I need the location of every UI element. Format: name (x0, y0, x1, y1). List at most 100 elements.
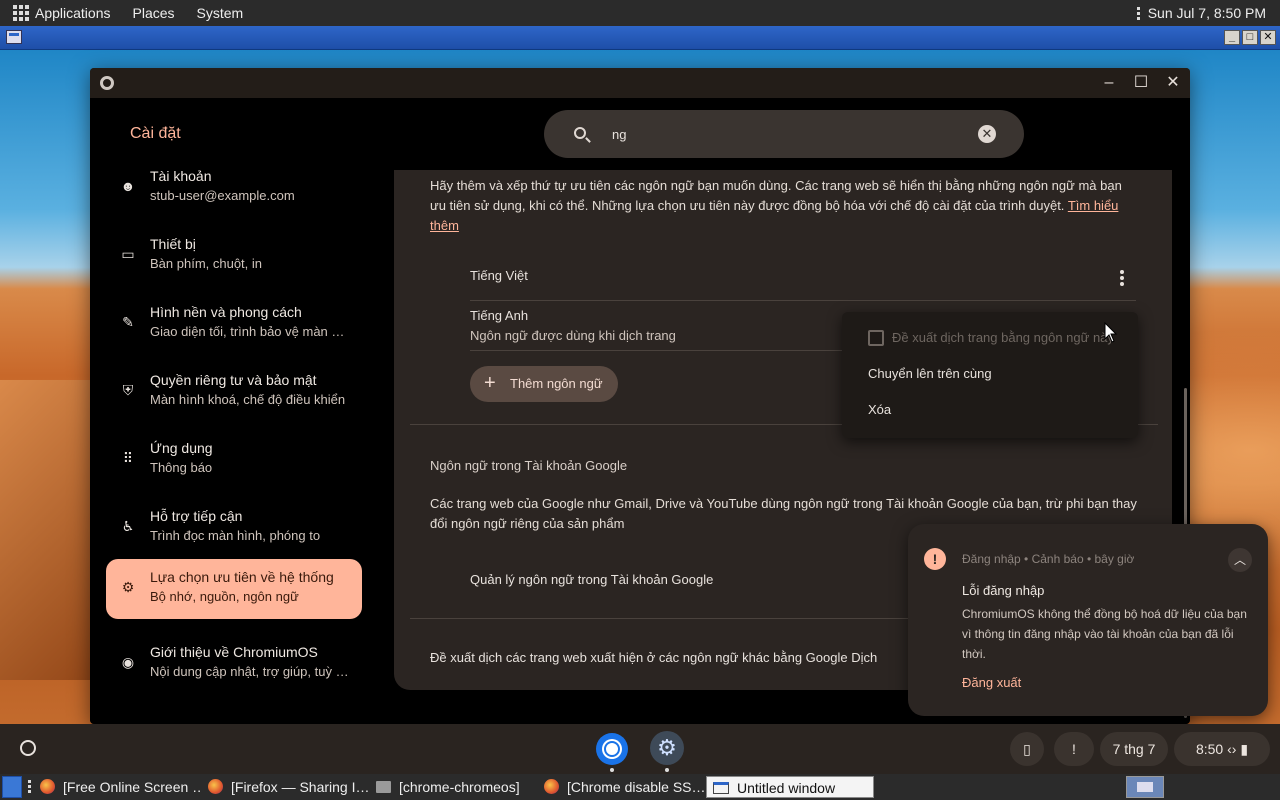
window-icon (713, 782, 729, 794)
clear-search-icon[interactable]: ✕ (978, 125, 996, 143)
chromium-app-icon[interactable] (596, 733, 628, 765)
sidebar-item-privacy[interactable]: ⛨ Quyền riêng tư và bảo mật Màn hình kho… (106, 362, 362, 422)
gear-icon: ⚙ (121, 579, 135, 595)
launcher-icon[interactable] (20, 740, 36, 756)
maximize-button[interactable]: □ (1242, 30, 1258, 45)
laptop-icon: ▭ (121, 246, 135, 262)
add-language-label: Thêm ngôn ngữ (510, 376, 603, 391)
settings-app-shelf-icon[interactable] (650, 731, 684, 765)
panel-handle-icon (28, 780, 31, 793)
language-more-actions-icon[interactable] (1120, 270, 1124, 286)
signin-error-notification: ! Đăng nhập • Cảnh báo • bây giờ ︿ Lỗi đ… (908, 524, 1268, 716)
folder-icon (376, 781, 391, 793)
taskbar-item[interactable]: [Chrome disable SS… (544, 776, 704, 798)
sidebar-item-personalization[interactable]: ✎ Hình nền và phong cách Giao diện tối, … (106, 294, 362, 354)
workspace-switcher[interactable] (1126, 776, 1164, 798)
x-window-titlebar[interactable]: _ □ ✕ (0, 26, 1280, 50)
add-language-button[interactable]: + Thêm ngôn ngữ (470, 366, 618, 402)
search-icon (574, 127, 586, 139)
sidebar-item-system-preferences[interactable]: ⚙ Lựa chọn ưu tiên về hệ thống Bộ nhớ, n… (106, 559, 362, 619)
sidebar-item-device[interactable]: ▭ Thiết bị Bàn phím, chuột, in (106, 226, 362, 286)
collapse-icon[interactable]: ︿ (1228, 548, 1252, 572)
network-icon: ‹› (1227, 741, 1237, 757)
sidebar-item-sublabel: Nội dung cập nhật, trợ giúp, tuỳ … (150, 664, 349, 679)
system-menu[interactable]: System (197, 5, 244, 21)
taskbar-label: [Firefox — Sharing I… (231, 779, 368, 795)
remove-item[interactable]: Xóa (868, 402, 891, 417)
plus-icon: + (484, 372, 496, 394)
notification-body: ChromiumOS không thể đồng bộ hoá dữ liệu… (962, 607, 1247, 661)
taskbar-item[interactable]: [Firefox — Sharing I… (208, 776, 368, 798)
gnome-bottom-panel: [Free Online Screen … [Firefox — Sharing… (0, 774, 1280, 800)
places-menu[interactable]: Places (133, 5, 175, 21)
page-title: Cài đặt (130, 125, 181, 142)
offer-translate-row[interactable]: Đề xuất dịch các trang web xuất hiện ở c… (430, 650, 877, 665)
taskbar-item[interactable]: [chrome-chromeos] (376, 776, 536, 798)
sign-out-button[interactable]: Đăng xuất (962, 675, 1021, 690)
sidebar-item-label: Giới thiệu về ChromiumOS (150, 644, 318, 660)
settings-window-frame[interactable]: – ☐ ✕ (90, 68, 1190, 98)
intro-text: Hãy thêm và xếp thứ tự ưu tiên các ngôn … (430, 178, 1122, 213)
firefox-icon (544, 779, 559, 794)
phone-hub-icon[interactable]: ▯ (1010, 732, 1044, 766)
firefox-icon (40, 779, 55, 794)
close-button[interactable]: ✕ (1162, 72, 1184, 94)
sidebar-item-sublabel: stub-user@example.com (150, 188, 295, 203)
panel-kebab-icon[interactable] (1136, 6, 1140, 20)
move-to-top-item[interactable]: Chuyển lên trên cùng (868, 366, 992, 381)
mouse-cursor-icon (1104, 322, 1118, 343)
running-indicator (610, 768, 614, 772)
divider (470, 300, 1136, 301)
languages-intro: Hãy thêm và xếp thứ tự ưu tiên các ngôn … (430, 176, 1130, 236)
gnome-top-panel: Applications Places System Sun Jul 7, 8:… (0, 0, 1280, 26)
accessibility-icon: ♿ (121, 518, 135, 534)
sidebar-item-apps[interactable]: ⠿ Ứng dụng Thông báo (106, 430, 362, 490)
minimize-button[interactable]: _ (1224, 30, 1240, 45)
date-tray[interactable]: 7 thg 7 (1100, 732, 1168, 766)
sidebar-item-label: Hỗ trợ tiếp cận (150, 508, 243, 524)
status-tray[interactable]: 8:50 ‹› ▮ (1174, 732, 1270, 766)
warning-icon: ! (924, 548, 946, 570)
sidebar-item-sublabel: Bàn phím, chuột, in (150, 256, 263, 271)
taskbar-label: Untitled window (737, 780, 836, 796)
notification-tray-icon[interactable]: ! (1054, 732, 1094, 766)
show-desktop-icon[interactable] (2, 776, 22, 798)
sidebar-item-about[interactable]: ◉ Giới thiệu về ChromiumOS Nội dung cập … (106, 634, 362, 694)
notification-meta: Đăng nhập • Cảnh báo • bây giờ (962, 552, 1135, 566)
running-indicator (665, 768, 669, 772)
chromium-icon: ◉ (121, 654, 135, 670)
offer-translate-checkbox[interactable] (868, 330, 884, 346)
settings-app-icon (100, 76, 114, 90)
sidebar-item-account[interactable]: ☻ Tài khoản stub-user@example.com (106, 158, 362, 218)
window-icon[interactable] (6, 30, 22, 44)
taskbar-label: [Free Online Screen … (63, 779, 200, 795)
search-input[interactable] (612, 124, 952, 144)
panel-clock[interactable]: Sun Jul 7, 8:50 PM (1148, 5, 1266, 21)
paintbrush-icon: ✎ (122, 314, 134, 330)
sidebar-item-label: Tài khoản (150, 168, 212, 184)
taskbar-label: [chrome-chromeos] (399, 779, 520, 795)
shield-icon: ⛨ (122, 382, 134, 398)
sidebar-item-label: Hình nền và phong cách (150, 304, 302, 320)
taskbar-item[interactable]: [Free Online Screen … (40, 776, 200, 798)
sidebar-item-sublabel: Trình đọc màn hình, phóng to (150, 528, 321, 543)
close-button[interactable]: ✕ (1260, 30, 1276, 45)
applications-grid-icon[interactable] (13, 5, 29, 21)
minimize-button[interactable]: – (1098, 72, 1120, 94)
maximize-button[interactable]: ☐ (1130, 72, 1152, 94)
sidebar-item-accessibility[interactable]: ♿ Hỗ trợ tiếp cận Trình đọc màn hình, ph… (106, 498, 362, 558)
manage-google-languages-link[interactable]: Quản lý ngôn ngữ trong Tài khoản Google (470, 572, 713, 587)
offer-translate-item[interactable]: Đề xuất dịch trang bằng ngôn ngữ này (892, 330, 1112, 345)
apps-grid-icon: ⠿ (122, 450, 134, 466)
sidebar-item-label: Quyền riêng tư và bảo mật (150, 372, 317, 388)
language-context-menu: Đề xuất dịch trang bằng ngôn ngữ này Chu… (842, 312, 1138, 438)
account-icon: ☻ (120, 178, 136, 194)
sidebar-item-sublabel: Bộ nhớ, nguồn, ngôn ngữ (150, 589, 299, 604)
sidebar-item-sublabel: Thông báo (150, 460, 213, 475)
applications-menu[interactable]: Applications (35, 5, 111, 21)
taskbar-item-active[interactable]: Untitled window (706, 776, 874, 798)
search-box[interactable]: ✕ (544, 110, 1024, 158)
notification-title: Lỗi đăng nhập (962, 583, 1045, 598)
language-row-vietnamese: Tiếng Việt (470, 268, 528, 283)
battery-icon: ▮ (1240, 741, 1249, 757)
